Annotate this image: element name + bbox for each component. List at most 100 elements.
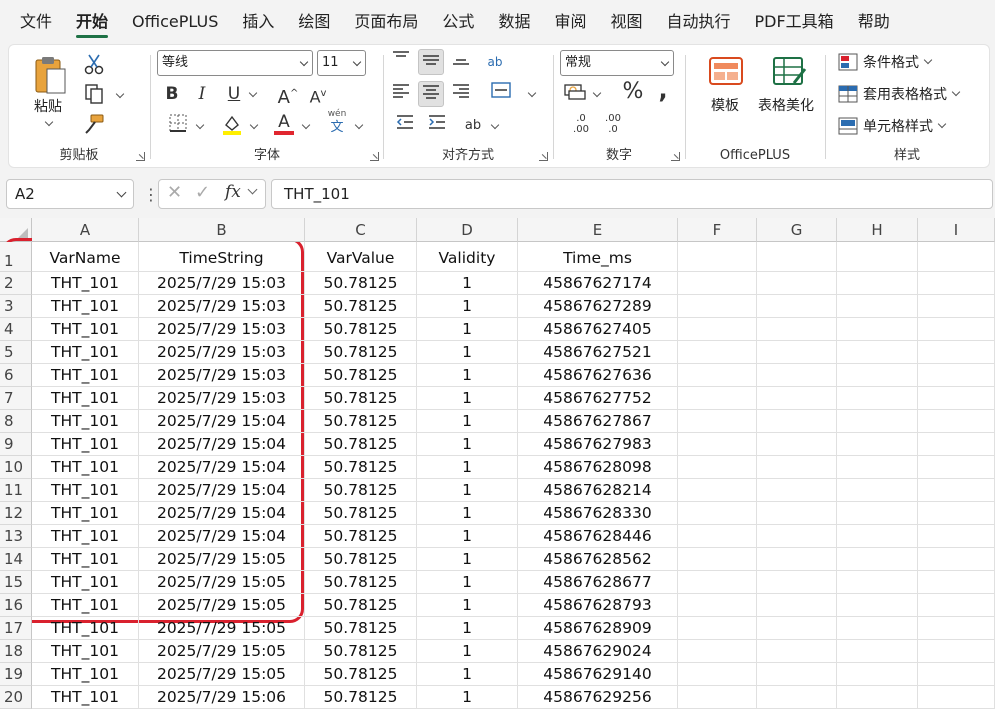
table-cell[interactable]: 45867627405 (518, 318, 678, 341)
table-cell[interactable]: 45867628562 (518, 548, 678, 571)
header-cell[interactable]: Time_ms (518, 242, 678, 272)
font-size-select[interactable]: 11 (317, 50, 366, 76)
row-header[interactable]: 20 (0, 686, 32, 709)
template-icon[interactable] (708, 55, 744, 87)
table-cell[interactable] (837, 295, 918, 318)
table-cell[interactable]: THT_101 (32, 364, 139, 387)
table-cell[interactable]: 2025/7/29 15:03 (139, 272, 305, 295)
increase-decimal-icon[interactable]: .0.00 (568, 113, 594, 139)
table-cell[interactable]: 50.78125 (305, 571, 417, 594)
header-cell[interactable] (757, 242, 837, 272)
table-cell[interactable]: 45867628098 (518, 456, 678, 479)
table-cell[interactable]: 50.78125 (305, 594, 417, 617)
row-header[interactable]: 18 (0, 640, 32, 663)
clipboard-launcher-icon[interactable] (136, 152, 145, 161)
row-header[interactable]: 1 (0, 242, 32, 272)
table-cell[interactable]: 45867628330 (518, 502, 678, 525)
table-cell[interactable] (918, 387, 995, 410)
decrease-indent-icon[interactable] (392, 113, 418, 139)
copy-dropdown-icon[interactable] (115, 89, 125, 99)
table-cell[interactable]: 45867629256 (518, 686, 678, 709)
table-cell[interactable]: 45867627289 (518, 295, 678, 318)
text-direction-dropdown-icon[interactable] (490, 120, 500, 130)
table-cell[interactable] (757, 364, 837, 387)
table-cell[interactable] (678, 387, 757, 410)
table-cell[interactable] (918, 410, 995, 433)
phonetic-icon[interactable]: wén 文 (325, 109, 349, 136)
column-header[interactable]: F (678, 218, 757, 242)
table-cell[interactable]: 1 (417, 456, 518, 479)
text-direction-icon[interactable]: ab (460, 113, 486, 139)
row-header[interactable]: 19 (0, 663, 32, 686)
menu-tab[interactable]: PDF工具箱 (743, 0, 846, 44)
header-cell[interactable]: TimeString (139, 242, 305, 272)
table-cell[interactable]: 2025/7/29 15:03 (139, 387, 305, 410)
enter-icon[interactable]: ✓ (195, 182, 210, 203)
column-header[interactable]: I (918, 218, 995, 242)
table-cell[interactable]: THT_101 (32, 387, 139, 410)
increase-indent-icon[interactable] (424, 113, 450, 139)
table-cell[interactable]: 2025/7/29 15:04 (139, 502, 305, 525)
table-cell[interactable]: 2025/7/29 15:05 (139, 594, 305, 617)
table-cell[interactable]: 45867627521 (518, 341, 678, 364)
align-top-icon[interactable] (388, 49, 414, 75)
align-center-icon[interactable] (418, 81, 444, 107)
table-cell[interactable]: 45867628214 (518, 479, 678, 502)
orientation-icon[interactable]: ab (482, 49, 508, 75)
table-cell[interactable] (837, 594, 918, 617)
menu-tab[interactable]: 插入 (230, 0, 286, 44)
table-cell[interactable] (757, 341, 837, 364)
table-cell[interactable]: 50.78125 (305, 686, 417, 709)
conditional-format-button[interactable]: 条件格式 (838, 51, 933, 73)
table-cell[interactable] (757, 548, 837, 571)
row-header[interactable]: 6 (0, 364, 32, 387)
table-cell[interactable]: 2025/7/29 15:05 (139, 617, 305, 640)
table-cell[interactable] (678, 686, 757, 709)
table-cell[interactable]: 45867629140 (518, 663, 678, 686)
cell-style-button[interactable]: 单元格样式 (838, 115, 947, 137)
decrease-font-icon[interactable]: Av (305, 81, 331, 107)
table-cell[interactable] (837, 502, 918, 525)
table-cell[interactable]: 2025/7/29 15:03 (139, 318, 305, 341)
column-header[interactable]: B (139, 218, 305, 242)
header-cell[interactable]: Validity (417, 242, 518, 272)
table-cell[interactable] (678, 525, 757, 548)
table-cell[interactable]: 1 (417, 663, 518, 686)
font-color-dropdown-icon[interactable] (301, 120, 311, 130)
font-color-icon[interactable]: A (271, 109, 297, 135)
table-cell[interactable]: 50.78125 (305, 318, 417, 341)
border-dropdown-icon[interactable] (195, 120, 205, 130)
menu-tab[interactable]: 文件 (8, 0, 64, 44)
paste-label[interactable]: 粘贴 (34, 96, 62, 116)
table-cell[interactable] (757, 433, 837, 456)
table-cell[interactable]: THT_101 (32, 663, 139, 686)
table-cell[interactable] (757, 663, 837, 686)
table-cell[interactable] (757, 571, 837, 594)
row-header[interactable]: 13 (0, 525, 32, 548)
table-cell[interactable] (678, 571, 757, 594)
table-cell[interactable] (918, 433, 995, 456)
format-painter-icon[interactable] (81, 113, 107, 139)
table-cell[interactable] (918, 663, 995, 686)
header-cell[interactable] (918, 242, 995, 272)
table-cell[interactable]: 1 (417, 594, 518, 617)
header-cell[interactable]: VarName (32, 242, 139, 272)
merge-center-icon[interactable] (488, 81, 514, 107)
table-cell[interactable]: 45867627867 (518, 410, 678, 433)
table-cell[interactable] (757, 594, 837, 617)
table-cell[interactable]: THT_101 (32, 686, 139, 709)
table-cell[interactable]: 50.78125 (305, 456, 417, 479)
number-format-select[interactable]: 常规 (560, 50, 674, 76)
table-cell[interactable]: 1 (417, 387, 518, 410)
row-header[interactable]: 15 (0, 571, 32, 594)
phonetic-dropdown-icon[interactable] (354, 120, 364, 130)
table-cell[interactable]: 50.78125 (305, 502, 417, 525)
merge-dropdown-icon[interactable] (527, 88, 537, 98)
insert-function-icon[interactable]: fx (225, 182, 241, 202)
table-cell[interactable] (757, 295, 837, 318)
row-header[interactable]: 10 (0, 456, 32, 479)
select-all-corner[interactable] (0, 218, 32, 242)
table-cell[interactable] (837, 663, 918, 686)
table-cell[interactable] (918, 318, 995, 341)
table-cell[interactable]: 1 (417, 502, 518, 525)
